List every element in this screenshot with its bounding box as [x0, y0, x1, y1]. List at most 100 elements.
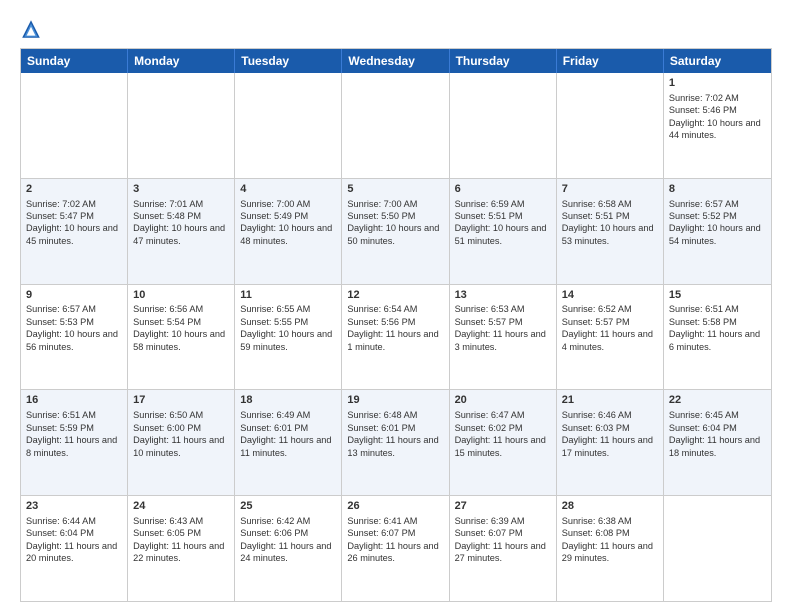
calendar-day-cell: 21Sunrise: 6:46 AMSunset: 6:03 PMDayligh… — [557, 390, 664, 495]
calendar-day-cell: 2Sunrise: 7:02 AMSunset: 5:47 PMDaylight… — [21, 179, 128, 284]
day-info-line: Daylight: 11 hours and 18 minutes. — [669, 434, 766, 459]
calendar-day-cell: 24Sunrise: 6:43 AMSunset: 6:05 PMDayligh… — [128, 496, 235, 601]
day-info-line: Sunrise: 6:58 AM — [562, 198, 658, 210]
calendar-day-cell: 18Sunrise: 6:49 AMSunset: 6:01 PMDayligh… — [235, 390, 342, 495]
day-number: 28 — [562, 499, 658, 514]
calendar-day-cell: 25Sunrise: 6:42 AMSunset: 6:06 PMDayligh… — [235, 496, 342, 601]
day-info-line: Sunset: 6:02 PM — [455, 422, 551, 434]
day-info-line: Sunrise: 7:00 AM — [347, 198, 443, 210]
day-info-line: Sunrise: 7:02 AM — [26, 198, 122, 210]
day-info-line: Sunset: 5:51 PM — [455, 210, 551, 222]
day-info-line: Sunrise: 6:56 AM — [133, 303, 229, 315]
day-number: 6 — [455, 182, 551, 197]
day-info-line: Daylight: 10 hours and 51 minutes. — [455, 222, 551, 247]
day-info-line: Daylight: 10 hours and 48 minutes. — [240, 222, 336, 247]
calendar-day-cell: 17Sunrise: 6:50 AMSunset: 6:00 PMDayligh… — [128, 390, 235, 495]
day-number: 3 — [133, 182, 229, 197]
calendar-day-cell: 23Sunrise: 6:44 AMSunset: 6:04 PMDayligh… — [21, 496, 128, 601]
weekday-header: Saturday — [664, 49, 771, 73]
day-number: 13 — [455, 288, 551, 303]
day-info-line: Sunset: 5:49 PM — [240, 210, 336, 222]
day-info-line: Sunset: 6:06 PM — [240, 527, 336, 539]
day-number: 5 — [347, 182, 443, 197]
day-info-line: Sunset: 6:04 PM — [669, 422, 766, 434]
day-number: 20 — [455, 393, 551, 408]
calendar-day-cell: 10Sunrise: 6:56 AMSunset: 5:54 PMDayligh… — [128, 285, 235, 390]
day-number: 12 — [347, 288, 443, 303]
weekday-header: Sunday — [21, 49, 128, 73]
day-info-line: Sunset: 6:01 PM — [240, 422, 336, 434]
day-number: 8 — [669, 182, 766, 197]
calendar-day-cell: 4Sunrise: 7:00 AMSunset: 5:49 PMDaylight… — [235, 179, 342, 284]
calendar-row: 23Sunrise: 6:44 AMSunset: 6:04 PMDayligh… — [21, 495, 771, 601]
day-number: 15 — [669, 288, 766, 303]
calendar-day-cell: 1Sunrise: 7:02 AMSunset: 5:46 PMDaylight… — [664, 73, 771, 178]
day-number: 18 — [240, 393, 336, 408]
logo — [20, 18, 44, 40]
day-number: 17 — [133, 393, 229, 408]
day-number: 16 — [26, 393, 122, 408]
day-number: 19 — [347, 393, 443, 408]
calendar-day-cell: 3Sunrise: 7:01 AMSunset: 5:48 PMDaylight… — [128, 179, 235, 284]
day-info-line: Daylight: 10 hours and 53 minutes. — [562, 222, 658, 247]
day-number: 27 — [455, 499, 551, 514]
day-info-line: Sunset: 6:01 PM — [347, 422, 443, 434]
empty-cell — [21, 73, 128, 178]
day-info-line: Daylight: 10 hours and 54 minutes. — [669, 222, 766, 247]
day-info-line: Sunrise: 6:42 AM — [240, 515, 336, 527]
day-info-line: Sunset: 5:47 PM — [26, 210, 122, 222]
day-info-line: Sunset: 5:48 PM — [133, 210, 229, 222]
day-number: 26 — [347, 499, 443, 514]
day-info-line: Sunrise: 6:57 AM — [669, 198, 766, 210]
day-info-line: Sunrise: 6:53 AM — [455, 303, 551, 315]
day-info-line: Daylight: 10 hours and 50 minutes. — [347, 222, 443, 247]
day-info-line: Daylight: 10 hours and 47 minutes. — [133, 222, 229, 247]
calendar-day-cell: 11Sunrise: 6:55 AMSunset: 5:55 PMDayligh… — [235, 285, 342, 390]
calendar-day-cell: 28Sunrise: 6:38 AMSunset: 6:08 PMDayligh… — [557, 496, 664, 601]
weekday-header: Thursday — [450, 49, 557, 73]
page: SundayMondayTuesdayWednesdayThursdayFrid… — [0, 0, 792, 612]
day-info-line: Daylight: 11 hours and 22 minutes. — [133, 540, 229, 565]
day-info-line: Sunrise: 6:57 AM — [26, 303, 122, 315]
day-info-line: Daylight: 11 hours and 13 minutes. — [347, 434, 443, 459]
calendar-body: 1Sunrise: 7:02 AMSunset: 5:46 PMDaylight… — [21, 73, 771, 601]
day-info-line: Daylight: 10 hours and 59 minutes. — [240, 328, 336, 353]
day-info-line: Daylight: 11 hours and 15 minutes. — [455, 434, 551, 459]
day-number: 7 — [562, 182, 658, 197]
day-info-line: Daylight: 11 hours and 6 minutes. — [669, 328, 766, 353]
day-info-line: Sunset: 6:07 PM — [455, 527, 551, 539]
day-info-line: Sunrise: 6:38 AM — [562, 515, 658, 527]
day-info-line: Sunset: 5:54 PM — [133, 316, 229, 328]
calendar-day-cell: 5Sunrise: 7:00 AMSunset: 5:50 PMDaylight… — [342, 179, 449, 284]
day-number: 2 — [26, 182, 122, 197]
day-info-line: Sunset: 6:05 PM — [133, 527, 229, 539]
calendar: SundayMondayTuesdayWednesdayThursdayFrid… — [20, 48, 772, 602]
calendar-day-cell: 19Sunrise: 6:48 AMSunset: 6:01 PMDayligh… — [342, 390, 449, 495]
weekday-header: Tuesday — [235, 49, 342, 73]
day-info-line: Sunset: 6:08 PM — [562, 527, 658, 539]
calendar-day-cell: 7Sunrise: 6:58 AMSunset: 5:51 PMDaylight… — [557, 179, 664, 284]
day-info-line: Sunset: 5:52 PM — [669, 210, 766, 222]
empty-cell — [664, 496, 771, 601]
day-info-line: Sunset: 5:59 PM — [26, 422, 122, 434]
day-info-line: Daylight: 10 hours and 45 minutes. — [26, 222, 122, 247]
day-info-line: Daylight: 11 hours and 10 minutes. — [133, 434, 229, 459]
calendar-header: SundayMondayTuesdayWednesdayThursdayFrid… — [21, 49, 771, 73]
day-number: 24 — [133, 499, 229, 514]
day-info-line: Sunrise: 6:39 AM — [455, 515, 551, 527]
day-info-line: Sunrise: 6:47 AM — [455, 409, 551, 421]
calendar-day-cell: 27Sunrise: 6:39 AMSunset: 6:07 PMDayligh… — [450, 496, 557, 601]
calendar-day-cell: 9Sunrise: 6:57 AMSunset: 5:53 PMDaylight… — [21, 285, 128, 390]
calendar-day-cell: 22Sunrise: 6:45 AMSunset: 6:04 PMDayligh… — [664, 390, 771, 495]
day-info-line: Sunset: 5:56 PM — [347, 316, 443, 328]
day-number: 9 — [26, 288, 122, 303]
day-info-line: Sunrise: 6:49 AM — [240, 409, 336, 421]
day-info-line: Sunrise: 6:50 AM — [133, 409, 229, 421]
day-info-line: Sunrise: 6:54 AM — [347, 303, 443, 315]
calendar-day-cell: 12Sunrise: 6:54 AMSunset: 5:56 PMDayligh… — [342, 285, 449, 390]
day-info-line: Sunrise: 6:51 AM — [669, 303, 766, 315]
day-number: 22 — [669, 393, 766, 408]
day-info-line: Daylight: 11 hours and 20 minutes. — [26, 540, 122, 565]
day-info-line: Sunset: 5:53 PM — [26, 316, 122, 328]
day-info-line: Daylight: 11 hours and 17 minutes. — [562, 434, 658, 459]
